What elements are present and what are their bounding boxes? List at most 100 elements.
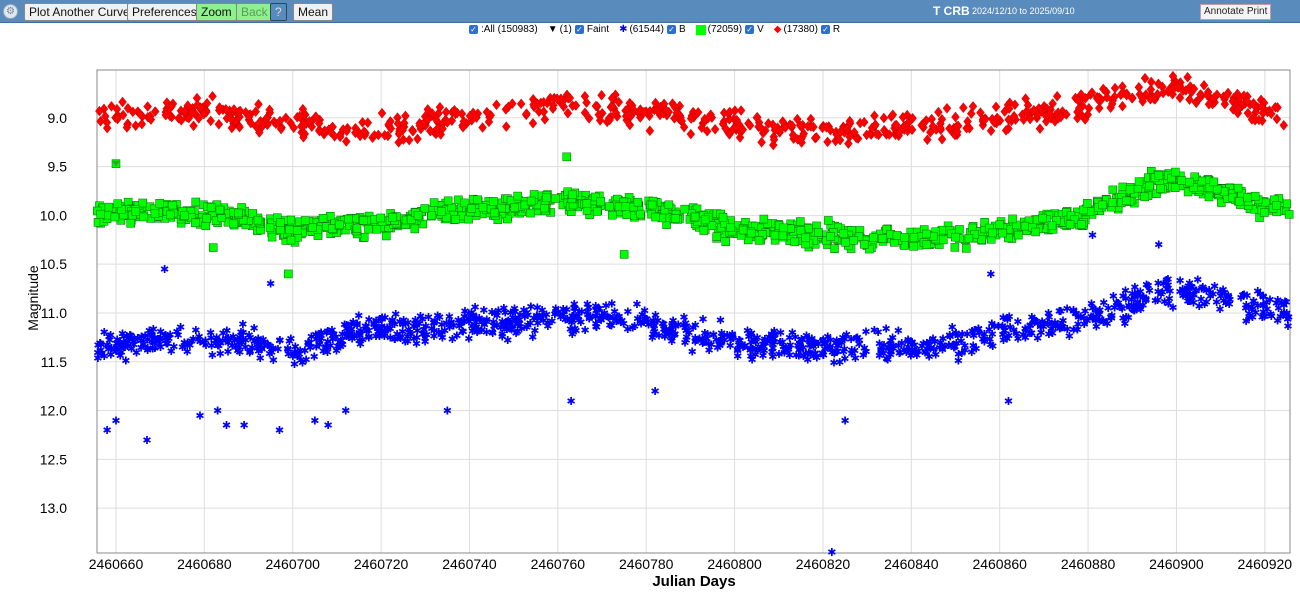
data-point-B: ✱ (1165, 294, 1174, 306)
data-point-V (651, 212, 660, 222)
data-point-B: ✱ (1154, 240, 1163, 252)
data-point-V (647, 200, 657, 210)
data-point-V (208, 243, 218, 252)
data-point-V (826, 232, 835, 241)
data-point-B: ✱ (803, 355, 812, 367)
data-point-B: ✱ (103, 425, 112, 437)
data-point-B: ✱ (111, 415, 120, 427)
data-point-V (951, 232, 960, 242)
data-point-V (478, 203, 488, 212)
data-point-B: ✱ (103, 340, 112, 352)
data-point-B: ✱ (1065, 331, 1074, 343)
data-point-V (1156, 184, 1165, 193)
data-point-V (1121, 196, 1131, 206)
data-point-B: ✱ (536, 313, 545, 325)
data-point-V (206, 202, 216, 212)
data-point-B: ✱ (698, 314, 707, 326)
data-point-B: ✱ (569, 311, 578, 323)
x-tick-label: 2460820 (796, 556, 851, 572)
data-point-R (986, 125, 996, 137)
data-point-B: ✱ (1104, 303, 1113, 315)
data-point-V (180, 211, 189, 220)
data-point-V (964, 233, 974, 243)
light-curve-chart[interactable]: 2460660 2460680 2460700 2460720 2460740 24607… (0, 0, 1300, 597)
data-point-V (359, 216, 368, 225)
data-point-V (1154, 171, 1164, 180)
data-point-R (540, 114, 550, 125)
data-point-R (937, 133, 947, 145)
data-point-V (126, 219, 135, 228)
data-point-R (413, 133, 422, 145)
data-point-V (285, 225, 294, 235)
data-point-B: ✱ (861, 326, 870, 338)
data-point-V (1234, 197, 1244, 206)
data-point-B: ✱ (840, 415, 849, 427)
data-point-R (1110, 82, 1120, 94)
data-point-V (113, 199, 122, 208)
data-point-B: ✱ (412, 332, 421, 344)
data-point-B: ✱ (528, 332, 537, 344)
data-point-V (437, 207, 446, 216)
data-point-V (568, 190, 577, 200)
data-point-V (364, 224, 373, 234)
data-point-V (608, 210, 617, 220)
data-point-V (801, 233, 810, 243)
data-point-B: ✱ (142, 435, 151, 447)
data-point-V (860, 240, 869, 249)
data-point-B: ✱ (885, 339, 894, 351)
data-point-V (284, 269, 293, 279)
data-point-R (991, 101, 1001, 113)
data-point-V (939, 235, 948, 245)
data-point-B: ✱ (266, 279, 275, 291)
x-tick-label: 2460860 (972, 556, 1027, 572)
data-point-V (664, 200, 674, 210)
data-point-B: ✱ (1259, 307, 1268, 319)
data-point-R (1052, 90, 1062, 102)
data-point-V (909, 233, 919, 242)
data-point-V (796, 217, 805, 226)
data-point-R (1094, 102, 1104, 114)
data-point-V (869, 233, 878, 243)
x-tick-label: 2460680 (177, 556, 232, 572)
data-point-B: ✱ (160, 264, 169, 276)
data-point-V (892, 231, 902, 240)
data-point-V (473, 195, 482, 204)
data-point-B: ✱ (169, 342, 178, 354)
data-point-B: ✱ (291, 341, 300, 353)
data-point-B: ✱ (566, 396, 575, 408)
data-point-V (830, 244, 839, 253)
data-point-V (540, 203, 549, 213)
data-point-V (513, 191, 522, 201)
data-point-V (1118, 182, 1128, 192)
y-tick-label: 12.5 (40, 451, 67, 467)
data-point-V (1233, 183, 1243, 193)
data-point-V (443, 196, 453, 206)
data-point-V (372, 225, 382, 234)
data-point-B: ✱ (1005, 312, 1014, 324)
data-point-V (344, 214, 353, 224)
data-point-V (636, 209, 645, 219)
data-point-V (754, 236, 764, 245)
data-point-R (478, 122, 487, 133)
data-point-R (757, 136, 766, 148)
x-tick-label: 2460700 (265, 556, 320, 572)
y-tick-label: 9.0 (48, 110, 68, 126)
data-point-B: ✱ (974, 323, 983, 335)
data-point-B: ✱ (894, 326, 903, 338)
data-point-V (359, 232, 369, 242)
data-point-R (686, 128, 696, 140)
data-point-V (292, 226, 302, 235)
data-point-V (922, 229, 931, 239)
y-tick-label: 10.5 (40, 256, 67, 272)
data-point-B: ✱ (860, 343, 869, 355)
data-point-V (131, 207, 141, 216)
data-point-B: ✱ (222, 420, 231, 432)
data-point-V (1107, 198, 1117, 208)
data-point-B: ✱ (415, 318, 424, 330)
data-point-R (118, 96, 127, 108)
data-point-V (712, 232, 722, 241)
data-point-V (201, 221, 211, 231)
x-tick-label: 2460780 (619, 556, 674, 572)
data-point-V (1204, 192, 1214, 202)
data-point-B: ✱ (1265, 294, 1274, 306)
